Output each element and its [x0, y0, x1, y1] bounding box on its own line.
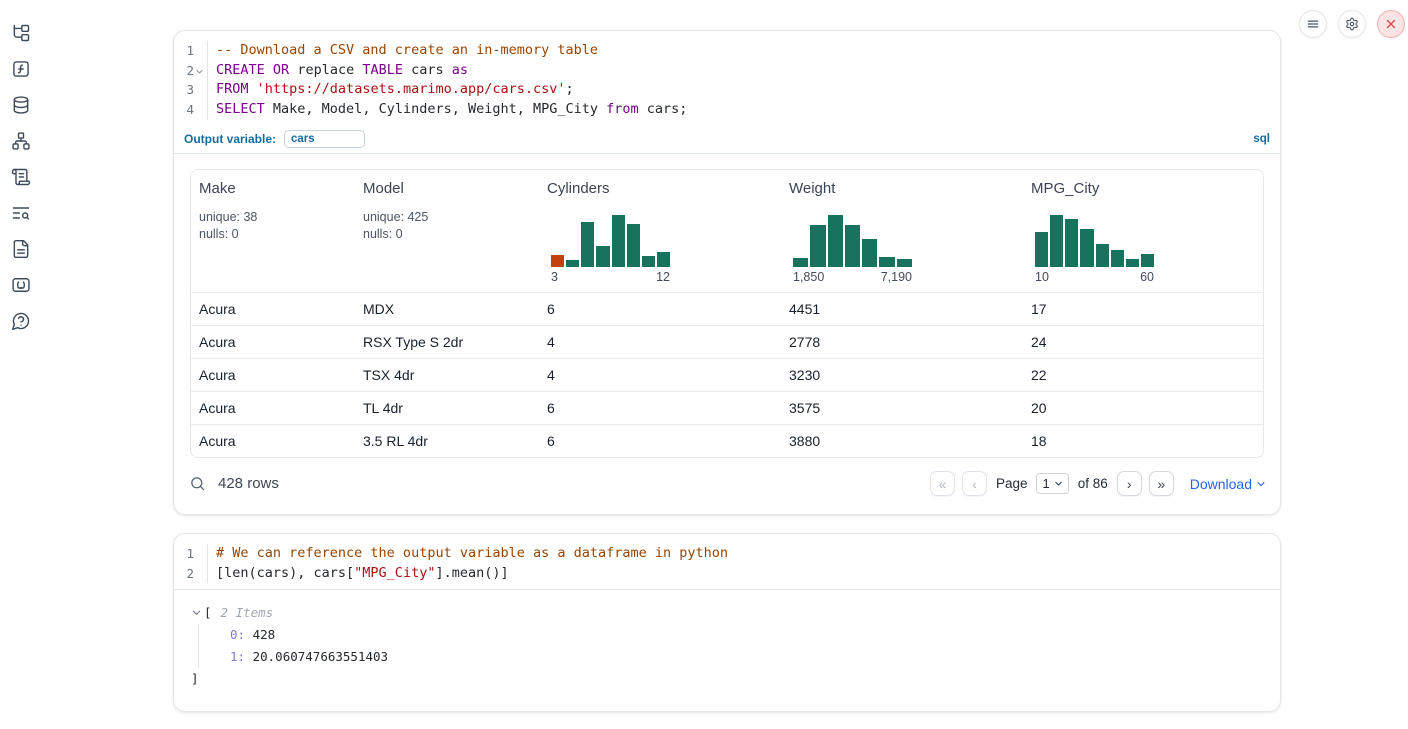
column-header-make[interactable]: Make unique: 38 nulls: 0 [191, 170, 355, 292]
table-cell: 22 [1023, 359, 1263, 391]
output-variable-input[interactable] [284, 130, 365, 148]
datasources-icon[interactable] [11, 95, 33, 117]
table-cell: Acura [191, 425, 355, 457]
page-label: Page [996, 476, 1028, 491]
table-cell: RSX Type S 2dr [355, 326, 539, 358]
column-summary: unique: 425 nulls: 0 [363, 209, 533, 243]
python-code[interactable]: # We can reference the output variable a… [208, 544, 1280, 583]
column-summary: unique: 38 nulls: 0 [199, 209, 349, 243]
last-page-button[interactable]: » [1149, 471, 1174, 496]
table-cell: Acura [191, 293, 355, 325]
table-row[interactable]: Acura3.5 RL 4dr6388018 [191, 424, 1263, 457]
column-header-model[interactable]: Model unique: 425 nulls: 0 [355, 170, 539, 292]
hist-max-label: 60 [1140, 270, 1154, 284]
table-cell: 3880 [781, 425, 1023, 457]
sql-code[interactable]: -- Download a CSV and create an in-memor… [208, 41, 1280, 120]
column-header-cylinders[interactable]: Cylinders 3 12 [539, 170, 781, 292]
tree-entries: 0: 428 1: 20.060747663551403 [198, 624, 1264, 668]
chevron-down-icon [1054, 479, 1063, 488]
menu-button[interactable] [1299, 10, 1327, 38]
snippets-icon[interactable] [11, 275, 33, 297]
table-cell: 18 [1023, 425, 1263, 457]
python-cell: 12 # We can reference the output variabl… [173, 533, 1281, 712]
file-tree-icon[interactable] [11, 23, 33, 45]
column-header-mpg-city[interactable]: MPG_City 10 60 [1023, 170, 1263, 292]
tree-collapse-icon[interactable] [191, 607, 203, 619]
table-cell: 6 [539, 392, 781, 424]
tree-entry[interactable]: 1: 20.060747663551403 [230, 646, 1264, 668]
language-badge[interactable]: sql [1253, 133, 1270, 145]
prev-page-button[interactable]: ‹ [962, 471, 987, 496]
items-count: 2 Items [221, 602, 274, 624]
table-footer: 428 rows « ‹ Page 1 of 86 › » Download [174, 458, 1280, 514]
output-variable-label: Output variable: [184, 132, 276, 146]
hist-min-label: 3 [551, 270, 558, 284]
table-cell: Acura [191, 359, 355, 391]
page-total-label: of 86 [1078, 476, 1108, 491]
hist-max-label: 12 [656, 270, 670, 284]
first-page-button[interactable]: « [930, 471, 955, 496]
table-row[interactable]: AcuraRSX Type S 2dr4277824 [191, 325, 1263, 358]
cell-output: [ 2 Items 0: 428 1: 20.060747663551403 ] [174, 589, 1280, 711]
table-cell: TSX 4dr [355, 359, 539, 391]
logs-search-icon[interactable] [11, 203, 33, 225]
data-table: Make unique: 38 nulls: 0 Model unique: 4… [190, 169, 1264, 458]
table-cell: 4 [539, 326, 781, 358]
close-bracket: ] [191, 668, 1264, 690]
python-editor[interactable]: 12 # We can reference the output variabl… [174, 534, 1280, 589]
table-cell: 4451 [781, 293, 1023, 325]
hist-max-label: 7,190 [881, 270, 912, 284]
table-cell: 6 [539, 293, 781, 325]
table-row[interactable]: AcuraTSX 4dr4323022 [191, 358, 1263, 391]
shutdown-button[interactable] [1377, 10, 1405, 38]
settings-button[interactable] [1338, 10, 1366, 38]
table-row[interactable]: AcuraMDX6445117 [191, 292, 1263, 325]
hist-min-label: 1,850 [793, 270, 824, 284]
table-cell: 17 [1023, 293, 1263, 325]
table-cell: 3575 [781, 392, 1023, 424]
table-cell: TL 4dr [355, 392, 539, 424]
table-cell: 2778 [781, 326, 1023, 358]
table-body: AcuraMDX6445117AcuraRSX Type S 2dr427782… [191, 292, 1263, 457]
tree-entry[interactable]: 0: 428 [230, 624, 1264, 646]
table-cell: 3.5 RL 4dr [355, 425, 539, 457]
function-variables-icon[interactable] [11, 59, 33, 81]
cylinders-histogram[interactable]: 3 12 [551, 215, 775, 284]
pagination: « ‹ Page 1 of 86 › » [930, 471, 1174, 496]
sql-editor[interactable]: 1234 -- Download a CSV and create an in-… [174, 31, 1280, 126]
rows-count: 428 rows [218, 475, 279, 492]
search-icon[interactable] [189, 475, 206, 492]
table-cell: 4 [539, 359, 781, 391]
help-icon[interactable] [11, 311, 33, 333]
table-cell: 20 [1023, 392, 1263, 424]
download-button[interactable]: Download [1190, 476, 1266, 492]
line-numbers: 12 [174, 544, 208, 583]
close-icon [1384, 17, 1398, 31]
sidebar [0, 0, 46, 729]
line-numbers: 1234 [174, 41, 208, 120]
mpg-city-histogram[interactable]: 10 60 [1035, 215, 1257, 284]
table-header: Make unique: 38 nulls: 0 Model unique: 4… [191, 170, 1263, 292]
hamburger-icon [1306, 17, 1320, 31]
chevron-down-icon [1256, 479, 1266, 489]
table-cell: 24 [1023, 326, 1263, 358]
documentation-icon[interactable] [11, 239, 33, 261]
scratchpad-icon[interactable] [11, 167, 33, 189]
table-cell: Acura [191, 392, 355, 424]
page-select[interactable]: 1 [1036, 473, 1068, 494]
hist-min-label: 10 [1035, 270, 1049, 284]
table-cell: 6 [539, 425, 781, 457]
table-cell: 3230 [781, 359, 1023, 391]
dependency-graph-icon[interactable] [11, 131, 33, 153]
table-row[interactable]: AcuraTL 4dr6357520 [191, 391, 1263, 424]
weight-histogram[interactable]: 1,850 7,190 [793, 215, 1017, 284]
next-page-button[interactable]: › [1117, 471, 1142, 496]
open-bracket: [ [204, 602, 212, 624]
column-header-weight[interactable]: Weight 1,850 7,190 [781, 170, 1023, 292]
table-cell: Acura [191, 326, 355, 358]
table-cell: MDX [355, 293, 539, 325]
output-variable-row: Output variable: sql [174, 126, 1280, 154]
gear-icon [1345, 17, 1359, 31]
sql-cell: 1234 -- Download a CSV and create an in-… [173, 30, 1281, 515]
